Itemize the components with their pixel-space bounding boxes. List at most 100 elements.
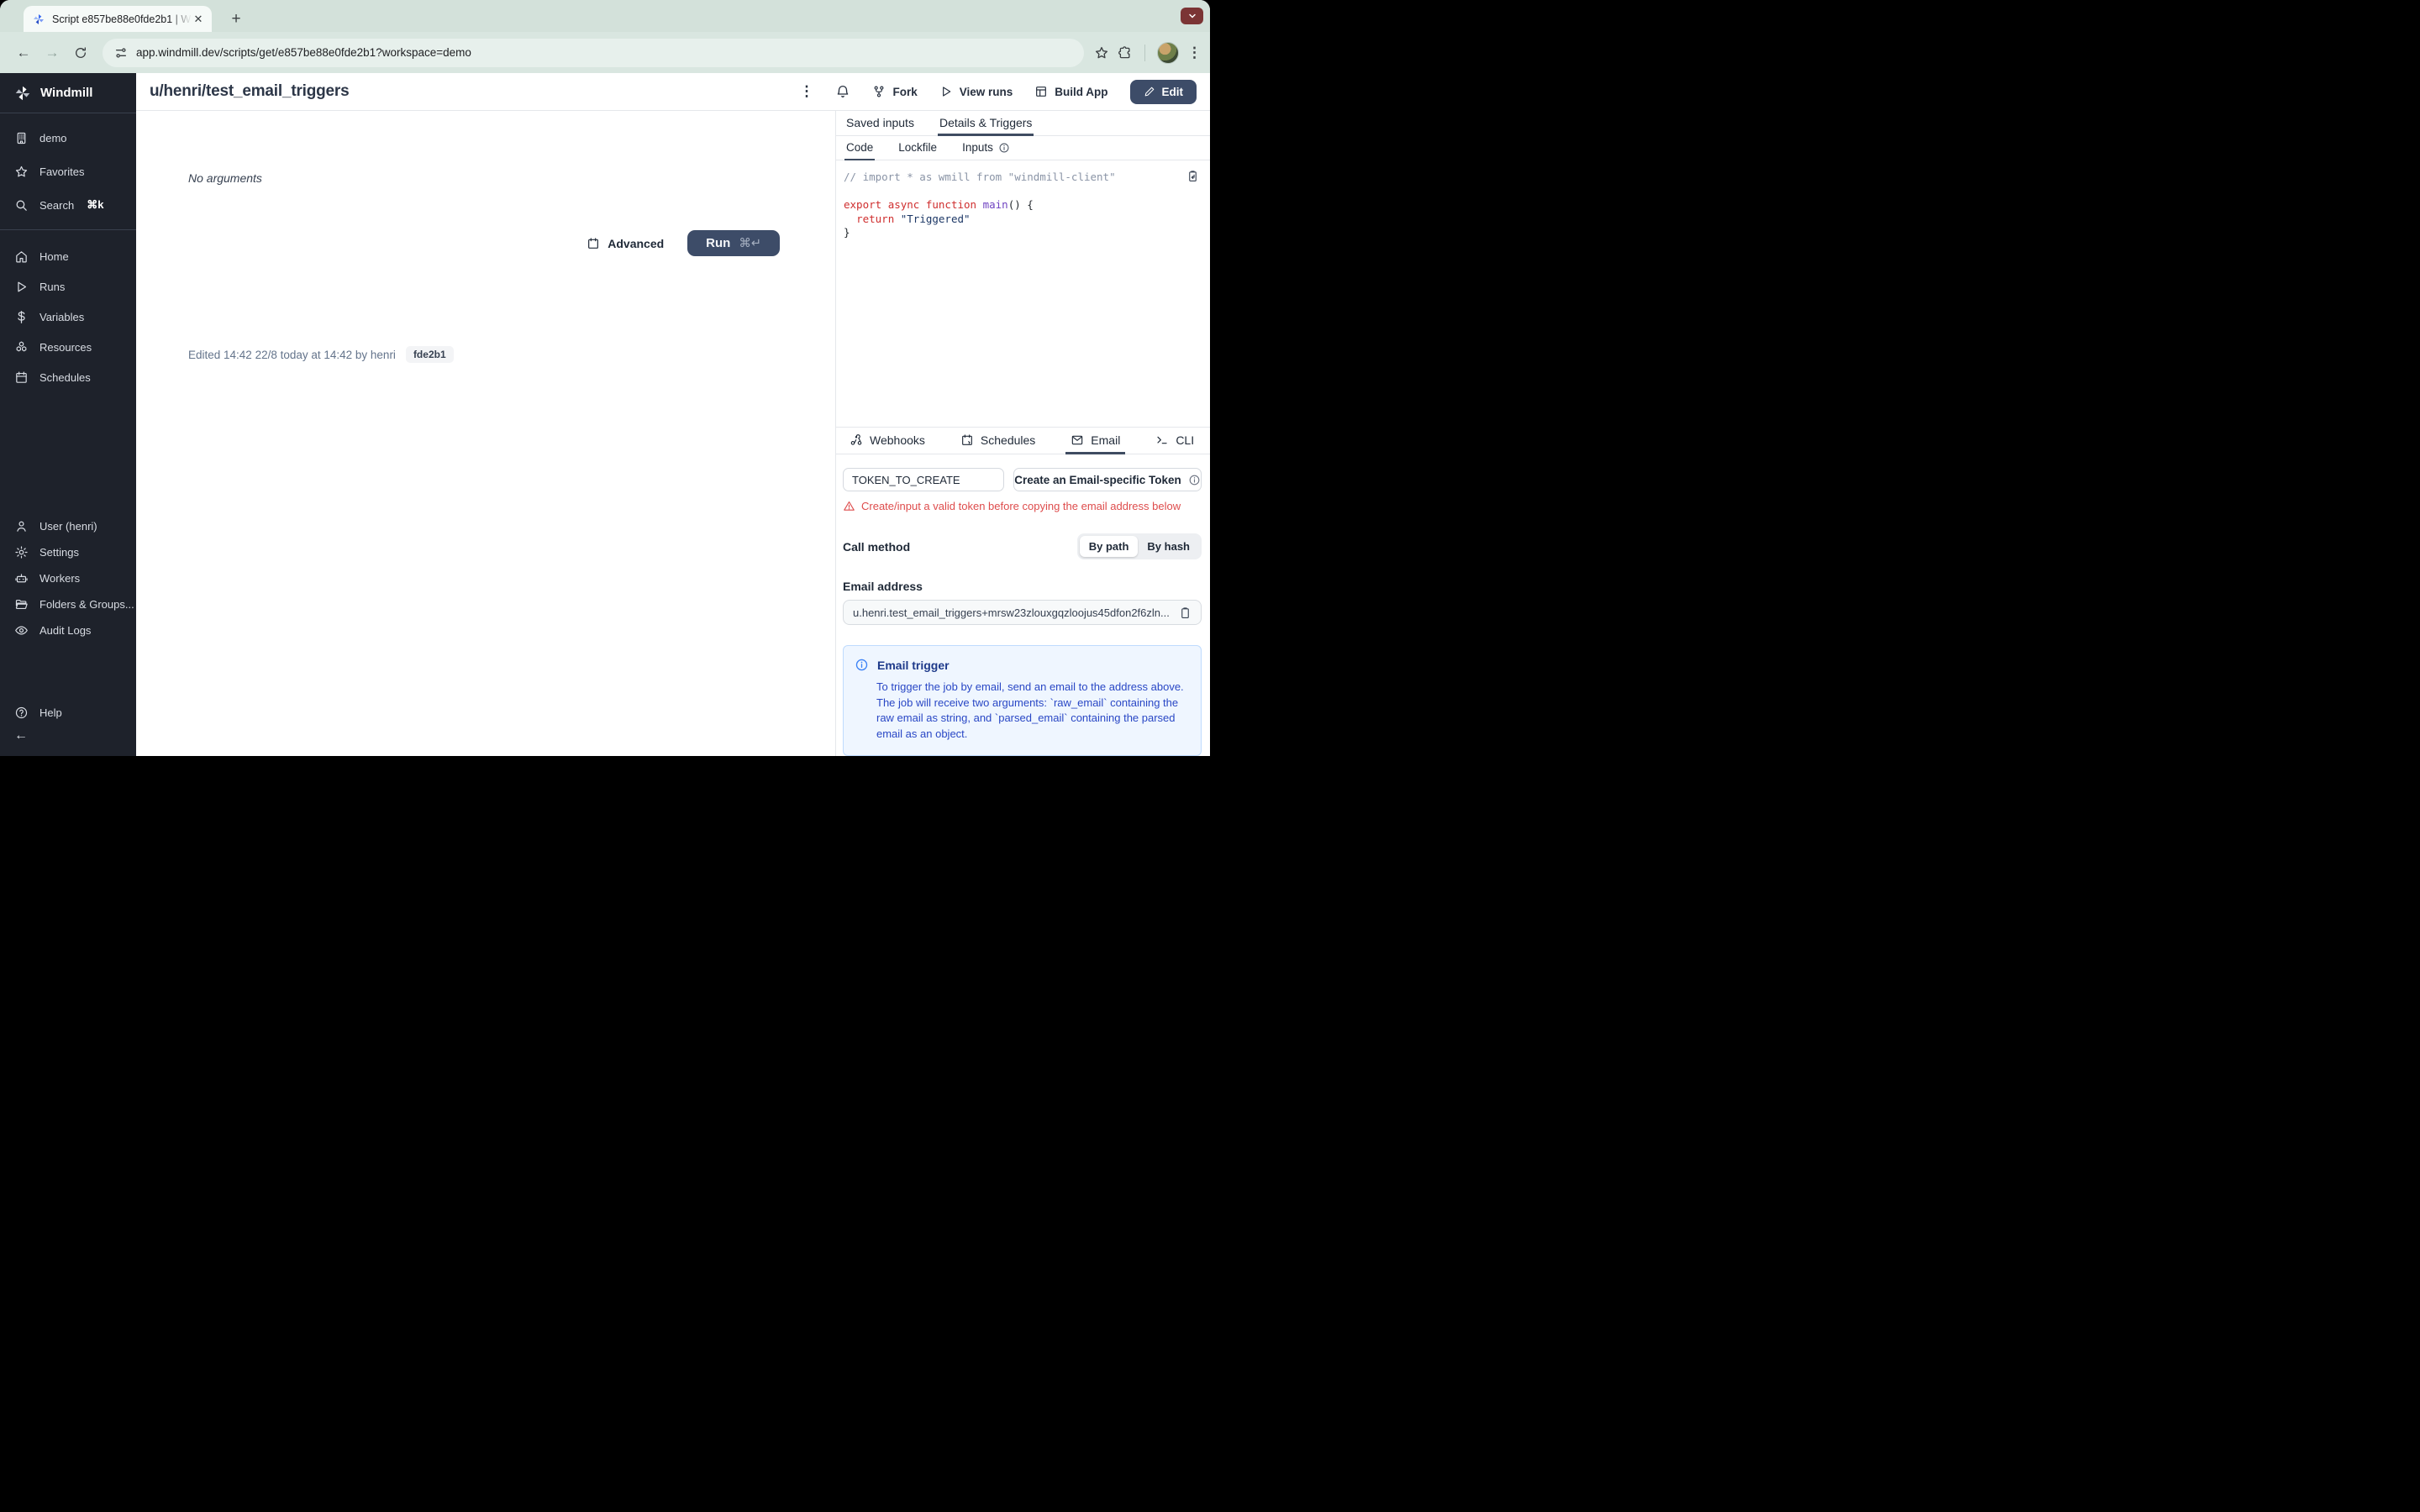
create-email-token-button[interactable]: Create an Email-specific Token <box>1013 468 1202 492</box>
tab-details-triggers[interactable]: Details & Triggers <box>937 111 1034 136</box>
version-hash-badge[interactable]: fde2b1 <box>405 346 454 363</box>
sidebar-item-label: Resources <box>39 340 92 354</box>
browser-tab[interactable]: Script e857be88e0fde2b1 | W ✕ <box>24 6 212 32</box>
run-preview-panel: No arguments Advanced Run ⌘↵ Edited 14:4… <box>136 111 835 756</box>
fork-label: Fork <box>892 85 918 98</box>
advanced-button[interactable]: Advanced <box>587 237 664 250</box>
search-icon <box>16 200 27 211</box>
by-hash-option[interactable]: By hash <box>1138 536 1199 557</box>
tab-cli[interactable]: CLI <box>1150 428 1199 454</box>
info-box-body: To trigger the job by email, send an ema… <box>876 680 1184 740</box>
sidebar-item-label: Workers <box>39 571 81 585</box>
sidebar-item-label: Folders & Groups... <box>39 597 134 611</box>
tab-schedules-trigger[interactable]: Schedules <box>955 428 1040 454</box>
fork-button[interactable]: Fork <box>872 85 918 98</box>
email-trigger-info-box: Email trigger To trigger the job by emai… <box>843 645 1202 756</box>
browser-toolbar: ← → app.windmill.dev/scripts/get/e857be8… <box>0 32 1210 73</box>
email-trigger-pane: Create an Email-specific Token Create/in… <box>836 454 1210 756</box>
calendar-icon <box>16 371 27 383</box>
sidebar-item-runs[interactable]: Runs <box>0 274 136 299</box>
browser-profile-button[interactable] <box>1181 8 1203 24</box>
tab-lockfile-label: Lockfile <box>898 141 938 154</box>
sidebar-item-user[interactable]: User (henri) <box>0 514 136 538</box>
tune-icon[interactable] <box>114 46 128 60</box>
browser-window: Script e857be88e0fde2b1 | W ✕ + ← → app.… <box>0 0 1210 756</box>
sidebar-item-label: demo <box>39 131 67 144</box>
tab-lockfile[interactable]: Lockfile <box>897 136 939 160</box>
play-outline-icon <box>942 87 950 97</box>
search-shortcut: ⌘k <box>87 198 104 211</box>
app-layout-icon <box>1036 87 1047 97</box>
info-icon <box>855 659 868 671</box>
copy-code-button[interactable] <box>1186 170 1199 182</box>
building-icon <box>17 132 26 144</box>
help-icon <box>15 706 28 718</box>
tab-webhooks[interactable]: Webhooks <box>844 428 930 454</box>
sidebar-collapse-button[interactable]: ← <box>0 724 136 748</box>
back-button[interactable]: ← <box>12 41 35 65</box>
profile-avatar[interactable] <box>1157 41 1179 64</box>
sidebar-item-label: Runs <box>39 280 66 293</box>
by-path-option[interactable]: By path <box>1079 536 1139 558</box>
tab-email[interactable]: Email <box>1065 428 1126 455</box>
sidebar-item-label: Variables <box>39 310 85 323</box>
clipboard-icon[interactable] <box>1179 606 1192 619</box>
create-email-token-label: Create an Email-specific Token <box>1014 473 1181 486</box>
sidebar-item-schedules[interactable]: Schedules <box>0 365 136 390</box>
edited-timestamp: Edited 14:42 22/8 today at 14:42 by henr… <box>188 348 396 361</box>
reload-icon <box>76 46 86 58</box>
sidebar-item-audit-logs[interactable]: Audit Logs <box>0 618 136 642</box>
sidebar-item-label: Home <box>39 249 69 263</box>
toolbar-separator <box>1144 44 1145 61</box>
url-bar[interactable]: app.windmill.dev/scripts/get/e857be88e0f… <box>103 38 1084 67</box>
edit-button[interactable]: Edit <box>1129 79 1197 104</box>
page-title: u/henri/test_email_triggers <box>150 82 350 100</box>
bell-icon[interactable] <box>835 84 850 99</box>
bookmark-star-icon[interactable] <box>1094 45 1109 60</box>
code-viewer[interactable]: // import * as wmill from "windmill-clie… <box>836 160 1210 427</box>
extensions-icon[interactable] <box>1118 45 1133 60</box>
tab-code[interactable]: Code <box>844 136 876 160</box>
view-runs-button[interactable]: View runs <box>939 85 1013 98</box>
tab-schedules-label: Schedules <box>980 433 1036 447</box>
sidebar-item-folders-groups[interactable]: Folders & Groups... <box>0 592 136 616</box>
forward-button[interactable]: → <box>40 41 64 65</box>
sidebar-item-workspace[interactable]: demo <box>0 125 136 150</box>
webhook-icon <box>850 433 862 445</box>
sidebar-item-workers[interactable]: Workers <box>0 566 136 590</box>
token-input[interactable] <box>843 468 1004 492</box>
tab-inputs[interactable]: Inputs <box>960 136 1012 160</box>
new-tab-button[interactable]: + <box>225 8 247 30</box>
sidebar-item-variables[interactable]: Variables <box>0 304 136 329</box>
run-label: Run <box>706 236 731 250</box>
browser-menu-icon[interactable]: ⋮ <box>1187 45 1202 61</box>
browser-tabstrip: Script e857be88e0fde2b1 | W ✕ + <box>0 0 1210 32</box>
sidebar-item-label: Schedules <box>39 370 91 384</box>
call-method-label: Call method <box>843 539 911 554</box>
build-app-button[interactable]: Build App <box>1034 85 1108 98</box>
email-address-field[interactable]: u.henri.test_email_triggers+mrsw23zlouxg… <box>843 600 1202 626</box>
sidebar-item-search[interactable]: Search ⌘k <box>0 192 136 218</box>
sidebar-item-label: Search <box>39 198 75 212</box>
sidebar-item-help[interactable]: Help <box>0 701 136 724</box>
tab-saved-inputs[interactable]: Saved inputs <box>844 111 916 136</box>
info-box-title: Email trigger <box>877 658 950 672</box>
reload-button[interactable] <box>69 41 92 65</box>
calendar-icon <box>588 237 599 249</box>
sidebar-item-home[interactable]: Home <box>0 244 136 269</box>
sidebar-item-settings[interactable]: Settings <box>0 540 136 564</box>
windmill-brand[interactable]: Windmill <box>0 73 136 113</box>
advanced-label: Advanced <box>608 236 665 250</box>
windmill-logo-icon <box>15 86 30 100</box>
brand-name: Windmill <box>40 86 93 100</box>
sidebar-item-resources[interactable]: Resources <box>0 334 136 360</box>
fork-icon <box>874 86 884 97</box>
tab-title: Script e857be88e0fde2b1 | W <box>52 13 192 25</box>
tab-close-icon[interactable]: ✕ <box>192 13 205 26</box>
run-button[interactable]: Run ⌘↵ <box>687 230 780 256</box>
sidebar-item-favorites[interactable]: Favorites <box>0 159 136 184</box>
more-actions-icon[interactable]: ⋮ <box>799 83 813 100</box>
cubes-icon <box>16 341 27 351</box>
url-text[interactable]: app.windmill.dev/scripts/get/e857be88e0f… <box>136 46 471 59</box>
play-icon <box>18 281 27 291</box>
